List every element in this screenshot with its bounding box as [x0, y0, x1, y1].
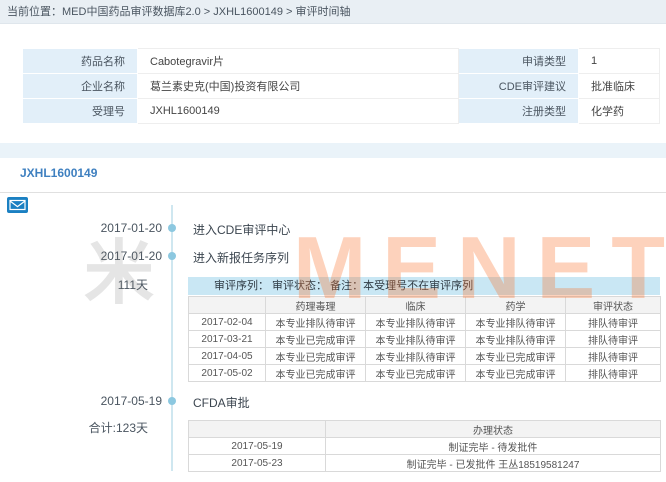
timeline-dot	[168, 252, 176, 260]
table-cell: 2017-05-23	[189, 455, 326, 472]
info-label-registration-type: 注册类型	[459, 99, 579, 124]
timeline-dot	[168, 224, 176, 232]
table-cell: 2017-04-05	[189, 348, 266, 365]
table-cell: 排队待审评	[566, 348, 661, 365]
info-value-application-type: 1	[579, 49, 660, 74]
table-cell: 本专业已完成审评	[466, 348, 566, 365]
table-cell: 本专业已完成审评	[366, 365, 466, 382]
timeline-event-new-task-queue: 进入新报任务序列	[193, 249, 289, 266]
table-cell: 制证完毕 - 待发批件	[326, 438, 661, 455]
timeline-dot	[168, 397, 176, 405]
table-cell: 2017-05-19	[189, 438, 326, 455]
table-cell: 2017-02-04	[189, 314, 266, 331]
info-value-registration-type: 化学药	[579, 99, 660, 124]
review-status-table: 药理毒理临床药学审评状态2017-02-04本专业排队待审评本专业排队待审评本专…	[188, 296, 661, 382]
info-value-company: 葛兰素史克(中国)投资有限公司	[138, 74, 459, 99]
envelope-icon[interactable]	[7, 197, 28, 213]
page-title: JXHL1600149	[20, 166, 97, 180]
column-header: 审评状态	[566, 297, 661, 314]
info-row: 企业名称 葛兰素史克(中国)投资有限公司 CDE审评建议 批准临床	[23, 74, 660, 99]
timeline-date: 2017-01-20	[40, 249, 162, 263]
table-cell: 2017-05-02	[189, 365, 266, 382]
review-sequence-note: 审评序列： 审评状态： 备注：本受理号不在审评序列	[188, 277, 660, 295]
table-cell: 本专业已完成审评	[266, 365, 366, 382]
column-header: 药理毒理	[266, 297, 366, 314]
info-label-acceptance-no: 受理号	[23, 99, 138, 124]
section-band	[0, 143, 666, 158]
info-row: 受理号 JXHL1600149 注册类型 化学药	[23, 99, 660, 124]
table-row: 2017-05-19制证完毕 - 待发批件	[189, 438, 661, 455]
table-row: 2017-05-23制证完毕 - 已发批件 王丛18519581247	[189, 455, 661, 472]
review-timeline-page: 当前位置：MED中国药品审评数据库2.0 > JXHL1600149 > 审评时…	[0, 0, 666, 482]
table-cell: 本专业已完成审评	[266, 348, 366, 365]
drug-info-table: 药品名称 Cabotegravir片 申请类型 1 企业名称 葛兰素史克(中国)…	[22, 48, 660, 124]
table-cell: 制证完毕 - 已发批件 王丛18519581247	[326, 455, 661, 472]
table-cell: 本专业已完成审评	[266, 331, 366, 348]
column-header: 临床	[366, 297, 466, 314]
timeline-date: 2017-05-19	[40, 394, 162, 408]
info-label-drug-name: 药品名称	[23, 49, 138, 74]
info-label-company: 企业名称	[23, 74, 138, 99]
breadcrumb[interactable]: 当前位置：MED中国药品审评数据库2.0 > JXHL1600149 > 审评时…	[0, 0, 666, 24]
processing-status-table: 办理状态2017-05-19制证完毕 - 待发批件2017-05-23制证完毕 …	[188, 420, 661, 472]
column-header	[189, 421, 326, 438]
info-value-drug-name: Cabotegravir片	[138, 49, 459, 74]
info-label-application-type: 申请类型	[459, 49, 579, 74]
table-cell: 本专业排队待审评	[266, 314, 366, 331]
info-row: 药品名称 Cabotegravir片 申请类型 1	[23, 49, 660, 74]
column-header: 办理状态	[326, 421, 661, 438]
table-row: 2017-03-21本专业已完成审评本专业排队待审评本专业排队待审评排队待审评	[189, 331, 661, 348]
timeline-event-cfda-approval: CFDA审批	[193, 394, 250, 411]
table-cell: 本专业排队待审评	[466, 331, 566, 348]
column-header: 药学	[466, 297, 566, 314]
timeline-event-cde-entry: 进入CDE审评中心	[193, 221, 290, 238]
info-label-cde-advice: CDE审评建议	[459, 74, 579, 99]
duration-111-days: 111天	[40, 276, 148, 293]
table-cell: 本专业排队待审评	[366, 331, 466, 348]
table-cell: 本专业排队待审评	[366, 348, 466, 365]
table-cell: 排队待审评	[566, 331, 661, 348]
table-cell: 2017-03-21	[189, 331, 266, 348]
table-cell: 排队待审评	[566, 365, 661, 382]
column-header	[189, 297, 266, 314]
table-cell: 本专业排队待审评	[466, 314, 566, 331]
divider	[0, 192, 666, 193]
table-cell: 本专业排队待审评	[366, 314, 466, 331]
total-days: 合计:123天	[40, 419, 148, 436]
table-row: 2017-02-04本专业排队待审评本专业排队待审评本专业排队待审评排队待审评	[189, 314, 661, 331]
table-cell: 本专业已完成审评	[466, 365, 566, 382]
timeline-line	[171, 205, 173, 471]
table-row: 2017-04-05本专业已完成审评本专业排队待审评本专业已完成审评排队待审评	[189, 348, 661, 365]
info-value-acceptance-no: JXHL1600149	[138, 99, 459, 124]
info-value-cde-advice: 批准临床	[579, 74, 660, 99]
table-cell: 排队待审评	[566, 314, 661, 331]
table-row: 2017-05-02本专业已完成审评本专业已完成审评本专业已完成审评排队待审评	[189, 365, 661, 382]
timeline-date: 2017-01-20	[40, 221, 162, 235]
